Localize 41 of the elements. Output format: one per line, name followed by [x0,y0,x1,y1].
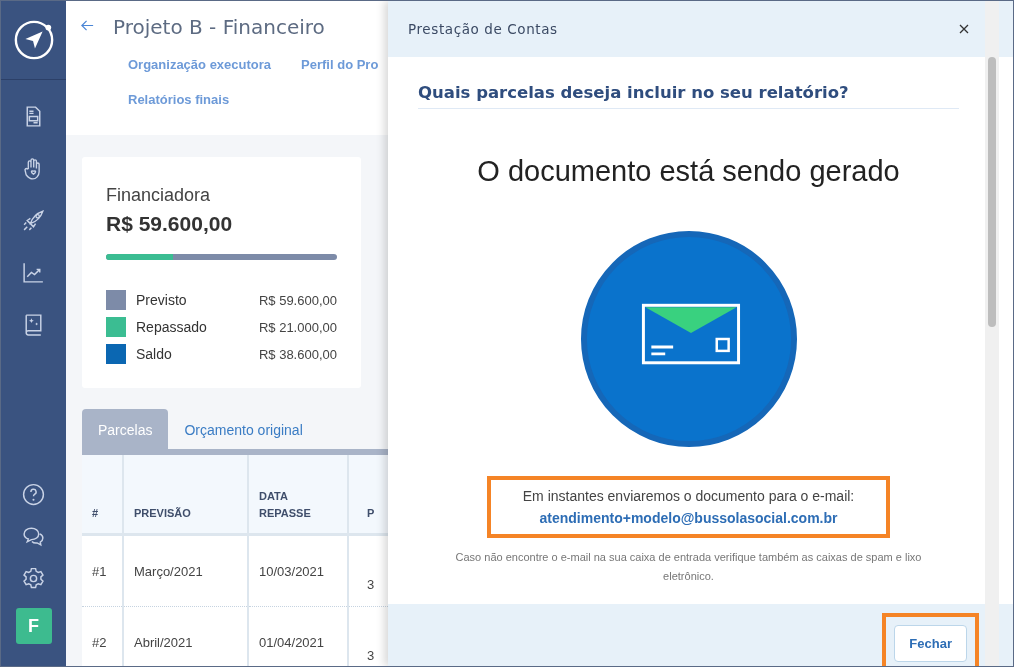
modal-title: Prestação de Contas [408,21,558,37]
back-arrow-icon[interactable] [80,18,95,33]
scrollbar[interactable] [985,1,999,666]
tab[interactable]: Parcelas [82,409,169,449]
chart-icon[interactable] [21,260,46,285]
section-link[interactable]: Relatórios finais [128,92,230,107]
close-modal-button[interactable]: Fechar [894,625,967,662]
legend-value: R$ 21.000,00 [258,319,337,335]
column-header: # [82,452,123,535]
help-icon[interactable] [21,482,46,507]
legend-value: R$ 59.600,00 [258,292,337,308]
note-text: Caso não encontre o e-mail na sua caixa de entrada verifique também as caixas de spam e lixo eletrônico. [454,550,923,584]
user-avatar[interactable]: F [15,608,52,644]
settings-icon[interactable] [21,566,46,591]
section-link[interactable]: Perfil do Pro [301,57,379,72]
question-heading: Quais parcelas deseja incluir no seu relatório? [418,83,959,109]
status-heading: O documento está sendo gerado [477,155,900,188]
legend-value: R$ 38.600,00 [258,346,337,362]
logo-icon[interactable] [12,19,55,61]
table-cell: 10/03/2021 [248,534,348,607]
table-cell: 01/04/2021 [248,606,348,666]
page-title: Projeto B - Financeiro [113,15,325,39]
tab[interactable]: Orçamento original [168,409,319,449]
table-cell: Abril/2021 [123,606,248,666]
legend-label: Previsto [136,292,188,308]
chat-icon[interactable] [21,524,46,549]
table-cell: #2 [82,606,123,666]
email-link[interactable]: atendimento+modelo@bussolasocial.com.br [522,510,855,526]
legend-label: Repassado [136,319,208,335]
column-header: PREVISÃO [123,452,248,535]
rocket-icon[interactable] [21,208,46,233]
total-amount: R$ 59.600,00 [106,212,234,236]
close-icon [959,24,969,34]
column-header: P [348,452,388,535]
column-header: DATA REPASSE [248,452,348,535]
table-cell: #1 [82,534,123,607]
card-title: Financiadora [106,185,212,206]
table-cell: Março/2021 [123,534,248,607]
message-text: Em instantes enviaremos o documento para o e-mail: [522,488,855,504]
section-link[interactable]: Organização executora [128,57,272,72]
legend-label: Saldo [136,346,173,362]
